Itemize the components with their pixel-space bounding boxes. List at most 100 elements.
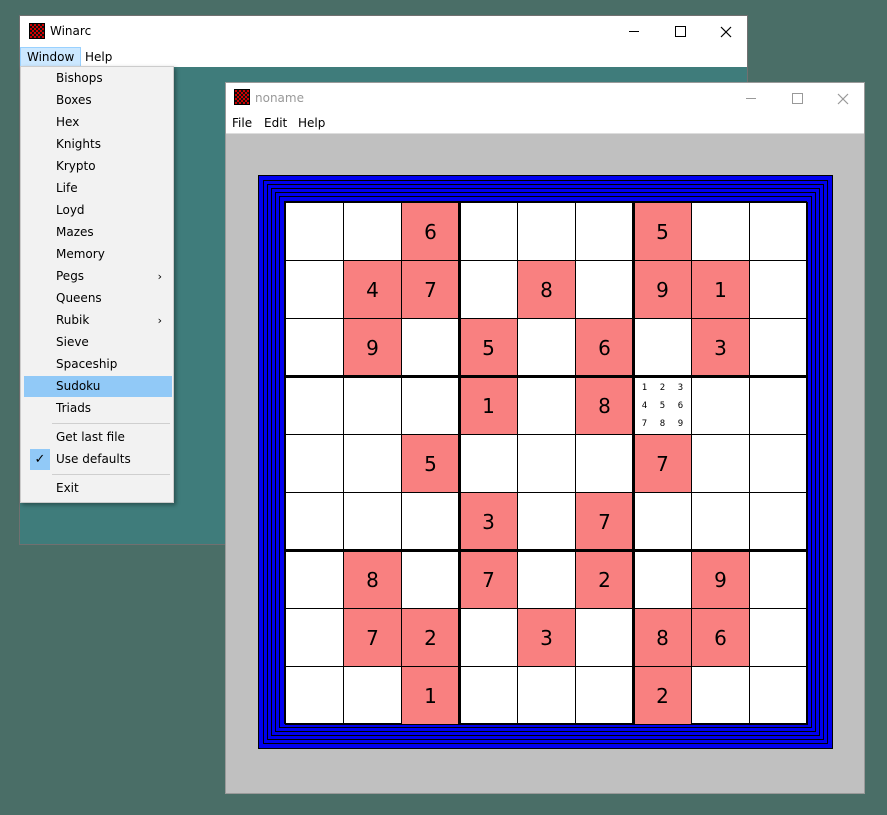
- sudoku-cell[interactable]: 8: [633, 608, 692, 667]
- sudoku-cell[interactable]: [343, 666, 402, 725]
- sudoku-cell[interactable]: 2: [575, 550, 634, 609]
- sudoku-cell[interactable]: [517, 550, 576, 609]
- minimize-button[interactable]: [611, 16, 657, 47]
- menu-item-life[interactable]: Life: [24, 178, 172, 199]
- menu-item-pegs[interactable]: Pegs ›: [24, 266, 172, 287]
- sudoku-cell[interactable]: [575, 202, 634, 261]
- menu-item-loyd[interactable]: Loyd: [24, 200, 172, 221]
- sudoku-cell[interactable]: [285, 492, 344, 551]
- sudoku-cell[interactable]: [517, 666, 576, 725]
- menu-item-memory[interactable]: Memory: [24, 244, 172, 265]
- sudoku-cell[interactable]: 5: [459, 318, 518, 377]
- menu-item-sieve[interactable]: Sieve: [24, 332, 172, 353]
- sudoku-cell[interactable]: 3: [517, 608, 576, 667]
- sudoku-cell[interactable]: 2: [633, 666, 692, 725]
- sudoku-cell[interactable]: 9: [633, 260, 692, 319]
- sudoku-cell[interactable]: 6: [691, 608, 750, 667]
- sudoku-cell[interactable]: [575, 608, 634, 667]
- menu-item-knights[interactable]: Knights: [24, 134, 172, 155]
- menu-window[interactable]: Window: [20, 47, 82, 67]
- sudoku-cell[interactable]: [285, 318, 344, 377]
- menu-item-hex[interactable]: Hex: [24, 112, 172, 133]
- sudoku-cell[interactable]: [691, 492, 750, 551]
- sudoku-cell[interactable]: 3: [459, 492, 518, 551]
- sudoku-cell[interactable]: 7: [633, 434, 692, 493]
- sudoku-cell[interactable]: [749, 550, 808, 609]
- menu-item-use-defaults[interactable]: ✓ Use defaults: [24, 449, 172, 470]
- sudoku-cell[interactable]: [401, 318, 460, 377]
- sudoku-cell[interactable]: [691, 666, 750, 725]
- sudoku-cell[interactable]: [343, 202, 402, 261]
- sudoku-cell[interactable]: [749, 666, 808, 725]
- sudoku-cell[interactable]: [691, 434, 750, 493]
- sudoku-cell[interactable]: 6: [575, 318, 634, 377]
- sudoku-cell[interactable]: [691, 376, 750, 435]
- sudoku-cell[interactable]: 4: [343, 260, 402, 319]
- sudoku-cell[interactable]: [459, 434, 518, 493]
- close-button[interactable]: [703, 16, 749, 47]
- sudoku-cell[interactable]: [285, 608, 344, 667]
- sudoku-cell[interactable]: [285, 202, 344, 261]
- sudoku-cell[interactable]: 8: [575, 376, 634, 435]
- sudoku-cell[interactable]: 8: [343, 550, 402, 609]
- sudoku-cell[interactable]: 1: [401, 666, 460, 725]
- sudoku-cell[interactable]: [691, 202, 750, 261]
- sudoku-cell[interactable]: 7: [343, 608, 402, 667]
- sudoku-cell[interactable]: 7: [575, 492, 634, 551]
- sudoku-cell[interactable]: [401, 376, 460, 435]
- main-title-bar[interactable]: Winarc: [20, 16, 747, 47]
- sudoku-cell[interactable]: [343, 434, 402, 493]
- sudoku-cell[interactable]: 123 456 789: [633, 376, 692, 435]
- sudoku-cell[interactable]: [633, 492, 692, 551]
- menu-item-triads[interactable]: Triads: [24, 398, 172, 419]
- sudoku-cell[interactable]: [343, 376, 402, 435]
- menu-help-child[interactable]: Help: [292, 113, 331, 133]
- sudoku-cell[interactable]: [575, 260, 634, 319]
- sudoku-cell[interactable]: [749, 608, 808, 667]
- menu-item-spaceship[interactable]: Spaceship: [24, 354, 172, 375]
- sudoku-cell[interactable]: [459, 202, 518, 261]
- sudoku-cell[interactable]: [517, 202, 576, 261]
- menu-item-mazes[interactable]: Mazes: [24, 222, 172, 243]
- sudoku-cell[interactable]: [517, 318, 576, 377]
- menu-help[interactable]: Help: [79, 47, 118, 67]
- sudoku-cell[interactable]: [749, 318, 808, 377]
- menu-edit[interactable]: Edit: [258, 113, 293, 133]
- sudoku-cell[interactable]: [401, 492, 460, 551]
- sudoku-cell[interactable]: [285, 260, 344, 319]
- menu-item-sudoku[interactable]: Sudoku: [24, 376, 172, 397]
- menu-item-queens[interactable]: Queens: [24, 288, 172, 309]
- sudoku-cell[interactable]: 7: [401, 260, 460, 319]
- sudoku-cell[interactable]: 3: [691, 318, 750, 377]
- sudoku-cell[interactable]: [285, 434, 344, 493]
- sudoku-cell[interactable]: [285, 550, 344, 609]
- sudoku-cell[interactable]: [517, 492, 576, 551]
- sudoku-cell[interactable]: [459, 608, 518, 667]
- sudoku-cell[interactable]: [285, 376, 344, 435]
- sudoku-cell[interactable]: [401, 550, 460, 609]
- child-maximize-button[interactable]: [774, 83, 820, 114]
- sudoku-cell[interactable]: [749, 260, 808, 319]
- sudoku-cell[interactable]: [459, 260, 518, 319]
- sudoku-cell[interactable]: 1: [459, 376, 518, 435]
- sudoku-cell[interactable]: [517, 376, 576, 435]
- menu-item-exit[interactable]: Exit: [24, 478, 172, 499]
- sudoku-cell[interactable]: 7: [459, 550, 518, 609]
- sudoku-cell[interactable]: [749, 202, 808, 261]
- sudoku-cell[interactable]: [575, 434, 634, 493]
- child-close-button[interactable]: [820, 83, 866, 114]
- sudoku-cell[interactable]: [749, 376, 808, 435]
- sudoku-cell[interactable]: [575, 666, 634, 725]
- sudoku-cell[interactable]: [459, 666, 518, 725]
- menu-item-get-last-file[interactable]: Get last file: [24, 427, 172, 448]
- maximize-button[interactable]: [657, 16, 703, 47]
- menu-item-rubik[interactable]: Rubik ›: [24, 310, 172, 331]
- sudoku-cell[interactable]: 5: [401, 434, 460, 493]
- sudoku-cell[interactable]: [343, 492, 402, 551]
- sudoku-cell[interactable]: [749, 492, 808, 551]
- sudoku-cell[interactable]: [633, 318, 692, 377]
- sudoku-cell[interactable]: [285, 666, 344, 725]
- sudoku-cell[interactable]: [517, 434, 576, 493]
- menu-item-krypto[interactable]: Krypto: [24, 156, 172, 177]
- menu-item-boxes[interactable]: Boxes: [24, 90, 172, 111]
